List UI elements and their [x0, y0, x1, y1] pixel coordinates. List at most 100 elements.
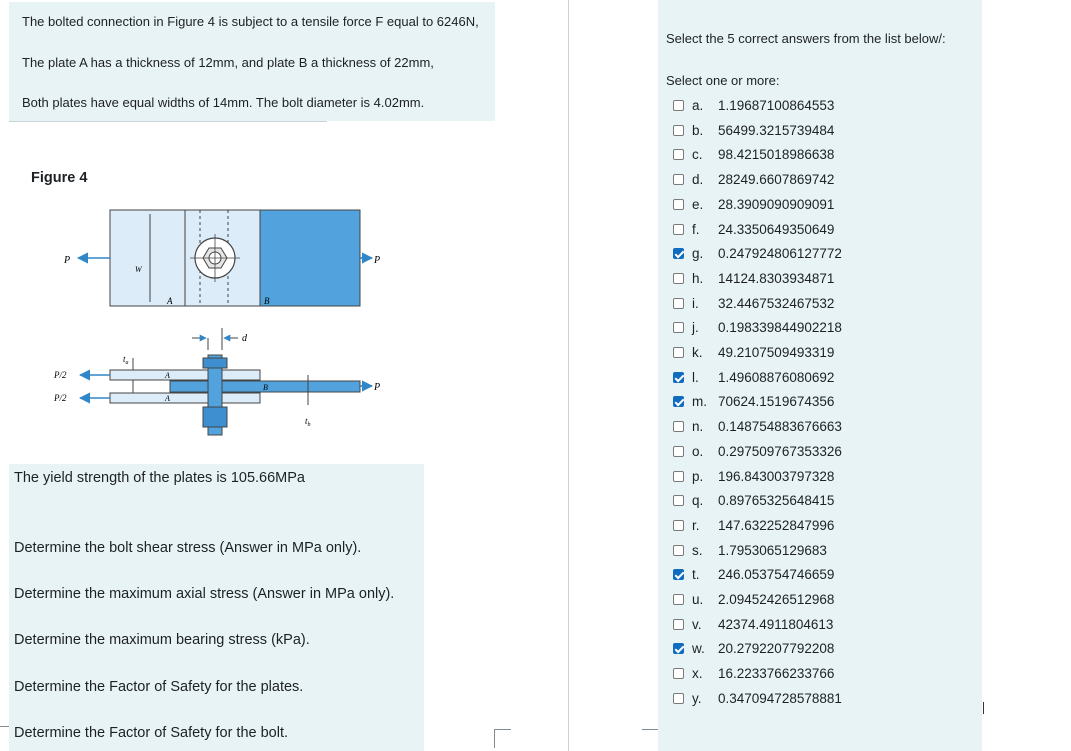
checkbox-checked[interactable] [673, 396, 684, 408]
option-letter: i. [692, 295, 699, 311]
label-d: d [242, 333, 248, 344]
checkbox-unchecked[interactable] [673, 174, 684, 186]
checkbox-unchecked[interactable] [673, 692, 684, 704]
answer-option[interactable]: a. 1.19687100864553 [673, 97, 973, 117]
option-letter: x. [692, 666, 703, 682]
corner-marker-right [642, 729, 659, 748]
answer-option[interactable]: e. 28.3909090909091 [673, 196, 973, 216]
top-view: P P W A B [63, 209, 380, 307]
option-value: 147.632252847996 [718, 517, 835, 533]
answer-option[interactable]: y. 0.347094728578881 [673, 690, 973, 710]
option-value: 14124.8303934871 [718, 270, 835, 286]
label-b-top: B [264, 296, 270, 306]
checkbox-unchecked[interactable] [673, 198, 684, 210]
answers-instruction: Select the 5 correct answers from the li… [666, 31, 946, 46]
checkbox-unchecked[interactable] [673, 668, 684, 680]
label-tb: tb [305, 416, 311, 428]
checkbox-checked[interactable] [673, 371, 684, 383]
answers-prompt: Select one or more: [666, 73, 780, 88]
checkbox-unchecked[interactable] [673, 421, 684, 433]
answer-option[interactable]: h. 14124.8303934871 [673, 270, 973, 290]
checkbox-unchecked[interactable] [673, 124, 684, 136]
answer-option[interactable]: m. 70624.1519674356 [673, 393, 973, 413]
option-letter: v. [692, 616, 702, 632]
task-max-axial: Determine the maximum axial stress (Answ… [14, 586, 395, 602]
option-value: 1.19687100864553 [718, 98, 835, 113]
checkbox-unchecked[interactable] [673, 470, 684, 482]
checkbox-unchecked[interactable] [673, 495, 684, 507]
checkbox-unchecked[interactable] [673, 100, 684, 111]
option-letter: q. [692, 493, 704, 509]
answer-option[interactable]: p. 196.843003797328 [673, 468, 973, 488]
task-max-bearing: Determine the maximum bearing stress (kP… [14, 632, 310, 648]
checkbox-unchecked[interactable] [673, 594, 684, 605]
option-letter: a. [692, 98, 704, 113]
checkbox-unchecked[interactable] [673, 544, 684, 556]
checkbox-unchecked[interactable] [673, 297, 684, 309]
checkbox-unchecked[interactable] [673, 347, 684, 358]
option-letter: k. [692, 345, 703, 360]
label-p-left: P [63, 255, 70, 266]
answer-option[interactable]: q. 0.89765325648415 [673, 492, 973, 512]
plate-b-top [259, 209, 361, 307]
answer-option[interactable]: o. 0.297509767353326 [673, 443, 973, 463]
option-value: 42374.4911804613 [718, 616, 834, 632]
intro-underline [9, 121, 327, 122]
answer-option[interactable]: i. 32.4467532467532 [673, 295, 973, 315]
checkbox-unchecked[interactable] [673, 149, 684, 161]
answer-option[interactable]: l. 1.49608876080692 [673, 369, 973, 389]
option-letter: u. [692, 592, 704, 607]
checkbox-checked[interactable] [673, 248, 684, 260]
answer-option[interactable]: f. 24.3350649350649 [673, 221, 973, 241]
option-value: 16.2233766233766 [718, 666, 835, 682]
option-value: 1.49608876080692 [718, 369, 835, 385]
checkbox-unchecked[interactable] [673, 445, 684, 457]
option-value: 0.297509767353326 [718, 443, 842, 459]
option-value: 0.198339844902218 [718, 320, 842, 336]
option-value: 0.89765325648415 [718, 493, 835, 509]
answer-option[interactable]: w. 20.2792207792208 [673, 640, 973, 660]
answer-option[interactable]: d. 28249.6607869742 [673, 171, 973, 191]
answer-option[interactable]: n. 0.148754883676663 [673, 418, 973, 438]
option-value: 20.2792207792208 [718, 641, 835, 657]
option-value: 24.3350649350649 [718, 221, 835, 237]
option-letter: y. [692, 690, 702, 706]
checkbox-unchecked[interactable] [673, 618, 684, 630]
answer-option[interactable]: c. 98.4215018986638 [673, 146, 973, 166]
option-value: 98.4215018986638 [718, 147, 835, 163]
option-value: 246.053754746659 [718, 567, 835, 583]
option-letter: m. [692, 394, 707, 410]
task-fos-bolt: Determine the Factor of Safety for the b… [14, 725, 289, 741]
answer-option[interactable]: s. 1.7953065129683 [673, 542, 973, 562]
answer-option[interactable]: v. 42374.4911804613 [673, 616, 973, 636]
checkbox-unchecked[interactable] [673, 322, 684, 334]
answer-option[interactable]: t. 246.053754746659 [673, 566, 973, 586]
checkbox-unchecked[interactable] [673, 519, 684, 531]
answer-option[interactable]: r. 147.632252847996 [673, 517, 973, 537]
option-letter: d. [692, 172, 704, 188]
answer-option[interactable]: b. 56499.3215739484 [673, 122, 973, 142]
answer-option[interactable]: u. 2.09452426512968 [673, 591, 973, 611]
question-line-thickness: The plate A has a thickness of 12mm, and… [22, 55, 434, 70]
checkbox-unchecked[interactable] [673, 223, 684, 235]
checkbox-checked[interactable] [673, 569, 684, 581]
option-value: 70624.1519674356 [718, 394, 835, 410]
label-a-top: A [166, 296, 173, 306]
yield-strength-text: The yield strength of the plates is 105.… [14, 470, 305, 486]
answer-option[interactable]: j. 0.198339844902218 [673, 319, 973, 339]
answer-option[interactable]: g. 0.247924806127772 [673, 245, 973, 265]
option-value: 0.247924806127772 [718, 246, 842, 262]
bolt-nut [202, 406, 228, 428]
answer-option[interactable]: k. 49.2107509493319 [673, 344, 973, 364]
option-value: 28249.6607869742 [718, 172, 835, 188]
checkbox-checked[interactable] [673, 643, 684, 655]
label-p-side: P [373, 382, 380, 393]
answer-option[interactable]: x. 16.2233766233766 [673, 665, 973, 685]
panel-divider [568, 0, 569, 751]
label-ta: ta [123, 354, 129, 366]
option-value: 49.2107509493319 [718, 345, 835, 360]
option-value: 32.4467532467532 [718, 295, 835, 311]
text-cursor [983, 702, 984, 714]
option-letter: p. [692, 468, 704, 484]
checkbox-unchecked[interactable] [673, 272, 684, 284]
